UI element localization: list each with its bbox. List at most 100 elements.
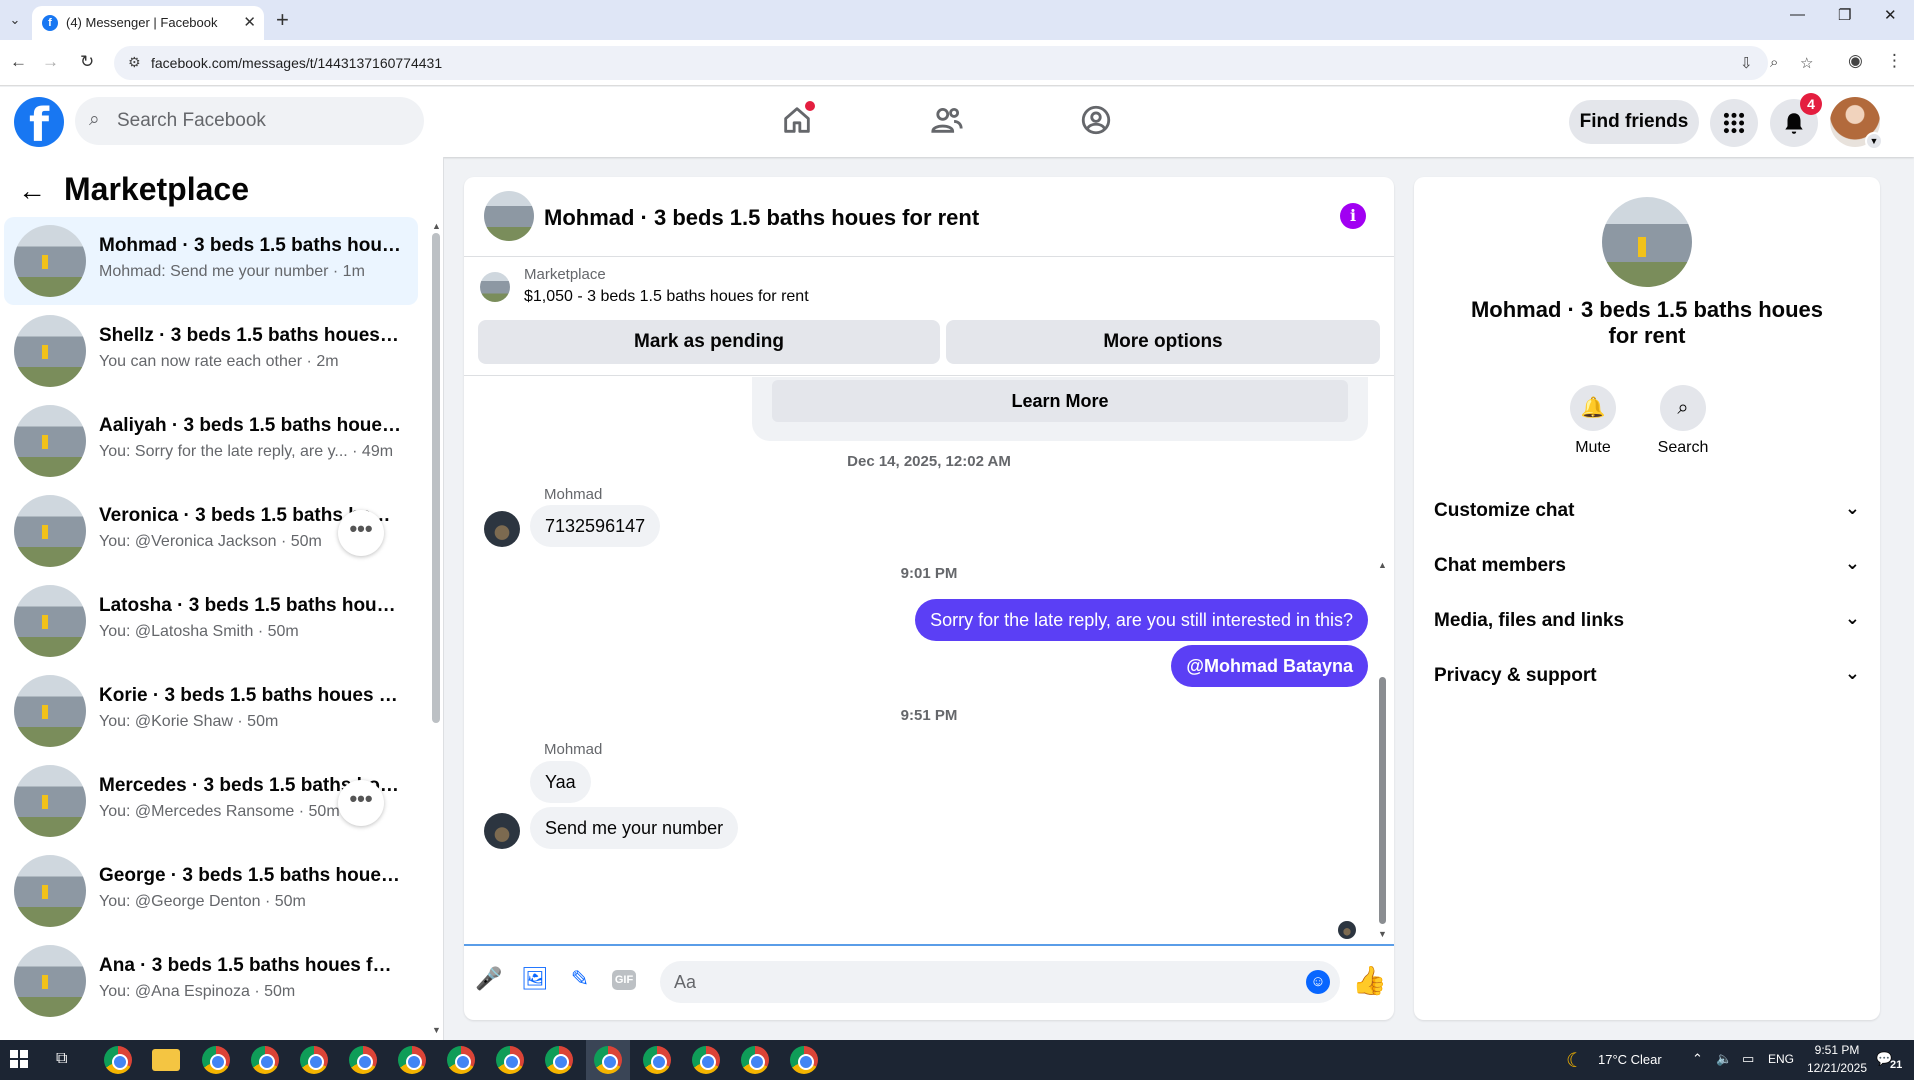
conversation-item[interactable]: Ana · 3 beds 1.5 baths houes for rent Yo… — [4, 937, 418, 1025]
conversation-item[interactable]: Mohmad · 3 beds 1.5 baths houes for rent… — [4, 217, 418, 305]
search-action[interactable]: ⌕ Search — [1643, 385, 1723, 457]
incoming-message[interactable]: 7132596147 — [530, 505, 661, 547]
facebook-search[interactable]: ⌕ — [75, 97, 424, 145]
back-arrow-icon[interactable]: ← — [18, 175, 46, 207]
sidebar-scrollbar[interactable] — [432, 233, 440, 723]
network-icon[interactable]: ▭ — [1742, 1051, 1754, 1067]
chrome-icon[interactable] — [349, 1046, 377, 1074]
privacy-support-row[interactable]: Privacy & support ⌄ — [1434, 657, 1860, 697]
chrome-icon[interactable] — [594, 1046, 622, 1074]
conversation-item[interactable]: George · 3 beds 1.5 baths houes for rent… — [4, 847, 418, 935]
tab-close-icon[interactable]: ✕ — [243, 13, 256, 31]
scroll-up-arrow[interactable]: ▲ — [432, 221, 441, 231]
chat-avatar[interactable] — [484, 191, 534, 241]
forward-icon[interactable]: → — [42, 52, 59, 72]
tray-chevron-icon[interactable]: ⌃ — [1692, 1051, 1703, 1067]
home-nav-icon[interactable] — [777, 101, 817, 143]
outgoing-message[interactable]: @Mohmad Batayna — [1171, 645, 1368, 687]
restore-button[interactable]: ❐ — [1838, 6, 1851, 24]
windows-start-icon[interactable] — [10, 1050, 28, 1068]
messages-scrollbar[interactable] — [1379, 677, 1386, 924]
search-icon[interactable]: ⌕ — [1660, 385, 1706, 431]
language-indicator[interactable]: ENG — [1768, 1052, 1794, 1066]
window-close-button[interactable]: ✕ — [1884, 6, 1897, 24]
chrome-icon[interactable] — [545, 1046, 573, 1074]
find-friends-button[interactable]: Find friends — [1569, 100, 1699, 144]
file-explorer-icon[interactable] — [152, 1049, 180, 1071]
menu-grid-button[interactable] — [1710, 99, 1758, 147]
task-view-icon[interactable]: ⧉ — [56, 1050, 67, 1068]
scroll-up-arrow[interactable]: ▲ — [1378, 560, 1387, 570]
sticker-icon[interactable]: ✎ — [565, 966, 595, 996]
learn-more-button[interactable]: Learn More — [772, 380, 1348, 422]
chrome-icon[interactable] — [202, 1046, 230, 1074]
conversation-item[interactable]: Shellz · 3 beds 1.5 baths houes for rent… — [4, 307, 418, 395]
url-text[interactable]: facebook.com/messages/t/1443137160774431 — [151, 55, 442, 71]
conversation-item[interactable]: Veronica · 3 beds 1.5 baths houes for re… — [4, 487, 418, 575]
mark-pending-button[interactable]: Mark as pending — [478, 320, 940, 364]
sender-avatar[interactable] — [484, 813, 520, 849]
profile-picture[interactable] — [1602, 197, 1692, 287]
search-input[interactable] — [117, 107, 407, 135]
clock-time[interactable]: 9:51 PM — [1804, 1043, 1870, 1057]
conversation-more-button[interactable]: ••• — [338, 780, 384, 826]
facebook-logo[interactable]: f — [14, 97, 64, 147]
listing-price[interactable]: $1,050 - 3 beds 1.5 baths houes for rent — [524, 288, 809, 306]
back-icon[interactable]: ← — [10, 52, 27, 72]
minimize-button[interactable]: — — [1790, 6, 1805, 23]
conversation-item[interactable]: Mercedes · 3 beds 1.5 baths houes for re… — [4, 757, 418, 845]
gif-icon[interactable]: GIF — [612, 970, 636, 990]
chrome-icon[interactable] — [692, 1046, 720, 1074]
weather-text[interactable]: 17°C Clear — [1598, 1052, 1662, 1067]
tab-search-button[interactable]: ⌄ — [4, 8, 26, 32]
chrome-menu-icon[interactable]: ⋮ — [1886, 51, 1903, 71]
chrome-icon[interactable] — [398, 1046, 426, 1074]
chrome-icon[interactable] — [496, 1046, 524, 1074]
incoming-message[interactable]: Send me your number — [530, 807, 739, 849]
photo-icon[interactable]: 🖼 — [520, 966, 550, 996]
scroll-down-arrow[interactable]: ▼ — [432, 1025, 441, 1035]
outgoing-message[interactable]: Sorry for the late reply, are you still … — [915, 599, 1368, 641]
groups-nav-icon[interactable] — [1076, 103, 1116, 143]
chrome-icon[interactable] — [643, 1046, 671, 1074]
microphone-icon[interactable]: 🎤 — [474, 966, 504, 996]
friends-nav-icon[interactable] — [927, 103, 967, 143]
scroll-down-arrow[interactable]: ▼ — [1378, 929, 1387, 939]
conversation-item[interactable]: Korie · 3 beds 1.5 baths houes for rent … — [4, 667, 418, 755]
chrome-icon[interactable] — [790, 1046, 818, 1074]
account-avatar[interactable]: ▼ — [1830, 97, 1883, 150]
chat-members-row[interactable]: Chat members ⌄ — [1434, 547, 1860, 587]
conversation-more-button[interactable]: ••• — [338, 510, 384, 556]
conversation-item[interactable]: Latosha · 3 beds 1.5 baths houes for ren… — [4, 577, 418, 665]
chrome-icon[interactable] — [447, 1046, 475, 1074]
message-input[interactable] — [674, 969, 1274, 995]
new-tab-button[interactable]: + — [276, 7, 289, 33]
message-input-wrap[interactable]: ☺ — [660, 961, 1340, 1003]
reload-icon[interactable]: ↻ — [80, 52, 94, 72]
emoji-icon[interactable]: ☺ — [1306, 970, 1330, 994]
media-files-links-row[interactable]: Media, files and links ⌄ — [1434, 602, 1860, 642]
chrome-icon[interactable] — [741, 1046, 769, 1074]
browser-tab[interactable]: f (4) Messenger | Facebook ✕ — [32, 6, 264, 40]
speaker-icon[interactable]: 🔈 — [1716, 1051, 1732, 1067]
customize-chat-row[interactable]: Customize chat ⌄ — [1434, 492, 1860, 532]
zoom-icon[interactable]: ⌕ — [1770, 54, 1778, 71]
chrome-icon[interactable] — [251, 1046, 279, 1074]
install-app-icon[interactable]: ⇩ — [1740, 54, 1753, 72]
info-icon[interactable]: i — [1340, 203, 1366, 229]
chat-title[interactable]: Mohmad · 3 beds 1.5 baths houes for rent — [544, 205, 979, 231]
mute-action[interactable]: 🔔 Mute — [1553, 385, 1633, 457]
thumbs-up-icon[interactable]: 👍 — [1352, 964, 1387, 997]
site-info-icon[interactable]: ⚙ — [128, 54, 141, 71]
app-icon[interactable] — [104, 1046, 132, 1074]
profile-icon[interactable]: ◉ — [1848, 51, 1863, 71]
incoming-message[interactable]: Yaa — [530, 761, 591, 803]
conversation-item[interactable]: Aaliyah · 3 beds 1.5 baths houes for ren… — [4, 397, 418, 485]
sender-avatar[interactable] — [484, 511, 520, 547]
clock-date[interactable]: 12/21/2025 — [1798, 1061, 1876, 1075]
bell-icon[interactable]: 🔔 — [1570, 385, 1616, 431]
notifications-button[interactable]: 4 — [1770, 93, 1822, 147]
listing-thumbnail[interactable] — [480, 272, 510, 302]
bookmark-star-icon[interactable]: ☆ — [1800, 54, 1813, 72]
omnibox[interactable]: ⚙ facebook.com/messages/t/14431371607744… — [114, 46, 1813, 80]
